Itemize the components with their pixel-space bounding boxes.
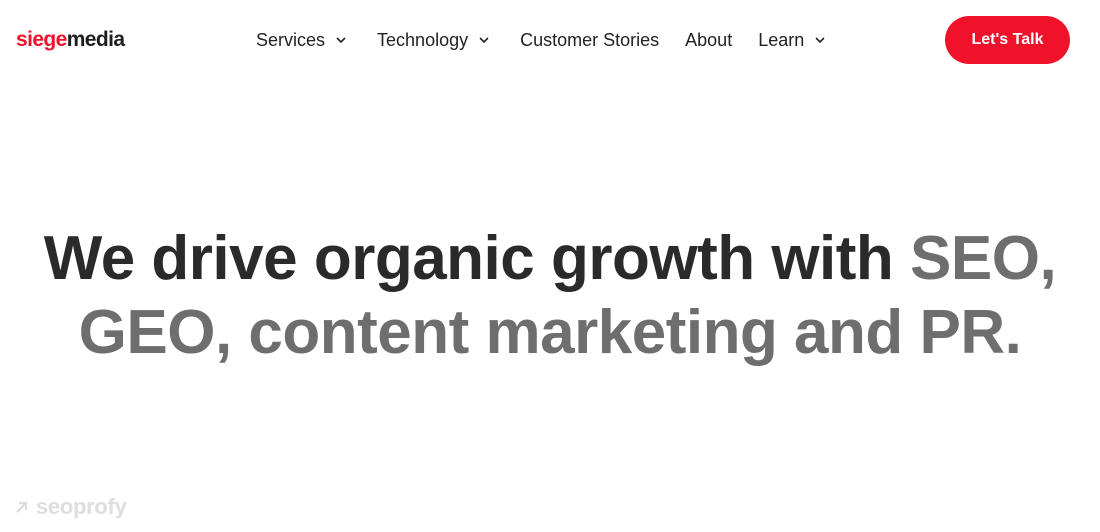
- nav-item-customer-stories[interactable]: Customer Stories: [520, 30, 659, 51]
- seoprofy-watermark: seoprofy: [14, 494, 127, 520]
- chevron-down-icon: [479, 37, 489, 44]
- siegemedia-logo[interactable]: siegemedia: [16, 28, 125, 52]
- lets-talk-button[interactable]: Let's Talk: [945, 16, 1070, 64]
- nav-item-about[interactable]: About: [685, 30, 732, 51]
- hero-headline: We drive organic growth with SEO, GEO, c…: [0, 222, 1100, 370]
- nav-label-customer-stories: Customer Stories: [520, 29, 660, 50]
- nav-label-about: About: [685, 29, 733, 50]
- nav-item-technology[interactable]: Technology: [377, 30, 490, 51]
- main-nav: Services Technology Customer Stories Abo…: [256, 26, 826, 54]
- chevron-down-icon: [815, 37, 825, 44]
- nav-item-learn[interactable]: Learn: [758, 30, 826, 51]
- nav-item-services[interactable]: Services: [256, 30, 347, 51]
- hero-headline-dark: We drive organic growth with: [43, 224, 911, 293]
- watermark-label: seoprofy: [36, 494, 127, 519]
- nav-label-services: Services: [256, 29, 326, 50]
- arrow-up-right-icon: [16, 501, 28, 513]
- site-header: siegemedia Services Technology Customer …: [0, 0, 1100, 80]
- nav-label-learn: Learn: [758, 29, 805, 50]
- logo-text-siege: siege: [16, 28, 67, 51]
- chevron-down-icon: [336, 37, 346, 44]
- logo-text-media: media: [66, 28, 125, 51]
- nav-label-technology: Technology: [377, 29, 469, 50]
